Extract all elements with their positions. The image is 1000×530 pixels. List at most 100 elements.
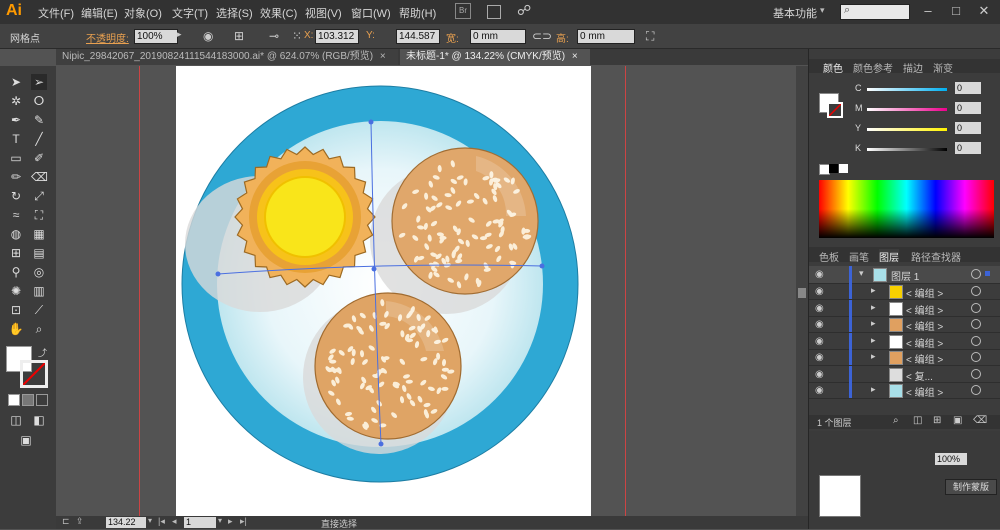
delete-layer-icon[interactable]: ⌫ [973,415,987,426]
anchor-icon[interactable]: ⊸ [269,29,279,43]
width-tool-icon[interactable]: ≈ [8,207,24,223]
expand-triangle-icon[interactable]: ▸ [871,351,876,362]
selection-tool-icon[interactable]: ➤ [8,74,24,90]
lasso-icon[interactable]: ⵔ [31,93,47,109]
bridge-icon[interactable]: Br [455,3,471,19]
width-input[interactable]: 0 mm [470,29,526,44]
menu-view[interactable]: 视图(V) [305,5,342,21]
target-icon[interactable] [971,352,981,362]
channel-y-input[interactable]: 0 [955,122,981,134]
page-input[interactable]: 1 [184,517,216,528]
tab-stroke[interactable]: 描边 [903,60,923,75]
rotate-icon[interactable]: ↻ [8,188,24,204]
screen-mode-icon[interactable]: ▣ [18,432,34,448]
direct-selection-tool-icon[interactable]: ➢ [31,74,47,90]
eye-icon[interactable]: ◉ [815,319,827,330]
pencil-icon[interactable]: ✏ [8,169,24,185]
scale-icon[interactable]: ⤢ [31,188,47,204]
tab-brushes[interactable]: 画笔 [849,249,869,264]
stroke-swatch[interactable] [20,360,48,388]
target-icon[interactable] [971,385,981,395]
line-tool-icon[interactable]: ╱ [31,131,47,147]
tab-color[interactable]: 颜色 [823,60,843,75]
eye-icon[interactable]: ◉ [815,369,827,380]
channel-k-slider[interactable] [867,148,947,151]
target-icon[interactable] [971,302,981,313]
sublayer-name[interactable]: < 编组 > [906,285,943,300]
layer-row[interactable]: ◉ ▸ < 编组 > [809,382,1000,399]
layer-row[interactable]: ◉ ▸ < 编组 > [809,299,1000,317]
eyedropper-icon[interactable]: ⚲ [8,264,24,280]
curvature-tool-icon[interactable]: ✎ [31,112,47,128]
eye-icon[interactable]: ◉ [815,352,827,363]
draw-mode-icon[interactable]: ◫ [8,412,24,428]
link-icon[interactable]: ⊂⊃ [532,29,552,43]
tab-color-guide[interactable]: 颜色参考 [853,60,893,75]
close-icon[interactable]: × [572,51,578,62]
artwork[interactable] [176,66,591,516]
expand-triangle-icon[interactable]: ▸ [871,335,876,346]
sublayer-name[interactable]: < 复... [906,368,933,383]
sublayer-name[interactable]: < 编组 > [906,302,943,317]
transparency-opacity-input[interactable]: 100% [935,453,967,465]
channel-k-input[interactable]: 0 [955,142,981,154]
first-page-icon[interactable]: |◂ [158,516,165,527]
color-spectrum[interactable] [819,180,994,238]
eye-icon[interactable]: ◉ [815,286,827,297]
gradient-tool-icon[interactable]: ▤ [31,245,47,261]
close-icon[interactable]: × [380,51,386,62]
maximize-button[interactable]: □ [943,3,969,21]
layer-row[interactable]: ◉ < 复... [809,365,1000,383]
sublayer-name[interactable]: < 编组 > [906,318,943,333]
pen-tool-icon[interactable]: ✒ [8,112,24,128]
locate-object-icon[interactable]: ⌕ [893,415,899,426]
tab-gradient[interactable]: 渐变 [933,60,953,75]
menu-select[interactable]: 选择(S) [216,5,253,21]
sublayer-name[interactable]: < 编组 > [906,351,943,366]
opacity-input[interactable]: 100% [134,29,178,44]
eraser-icon[interactable]: ⌫ [31,169,48,185]
white-swatch[interactable] [839,164,848,173]
artboard-tool-icon[interactable]: ⊡ [8,302,24,318]
menu-edit[interactable]: 编辑(E) [81,5,118,21]
channel-c-slider[interactable] [867,88,947,91]
y-input[interactable]: 144.587 [396,29,440,44]
clipping-mask-icon[interactable]: ◫ [913,415,922,426]
prev-page-icon[interactable]: ◂ [172,516,177,527]
export-icon[interactable]: ⇪ [76,516,84,527]
stroke-swatch[interactable] [827,102,843,118]
chevron-down-icon[interactable]: ▾ [218,516,222,525]
eye-icon[interactable]: ◉ [815,269,827,280]
canvas-area[interactable] [56,66,796,516]
expand-triangle-icon[interactable]: ▸ [871,318,876,329]
column-graph-icon[interactable]: ▥ [31,283,47,299]
draw-inside-icon[interactable]: ◧ [31,412,47,428]
color-mode-icon[interactable] [8,394,20,406]
new-layer-icon[interactable]: ▣ [953,415,962,426]
eye-icon[interactable]: ◉ [815,303,827,314]
layer-row[interactable]: ◉ ▸ < 编组 > [809,283,1000,300]
layer-row-main[interactable]: ◉ ▾ 图层 1 [809,266,1000,284]
gradient-mode-icon[interactable] [22,394,34,406]
tab-document-1[interactable]: Nipic_29842067_20190824111544183000.ai* … [56,49,398,65]
expand-triangle-icon[interactable]: ▸ [871,302,876,313]
black-swatch[interactable] [829,164,838,173]
height-input[interactable]: 0 mm [577,29,635,44]
menu-object[interactable]: 对象(O) [124,5,162,21]
chevron-down-icon[interactable]: ▾ [148,516,152,525]
sublayer-name[interactable]: < 编组 > [906,384,943,399]
next-page-icon[interactable]: ▸ [228,516,233,527]
reference-point-icon[interactable]: ⁙ [292,29,302,43]
magic-wand-icon[interactable]: ✲ [8,93,24,109]
layer-row[interactable]: ◉ ▸ < 编组 > [809,349,1000,366]
eye-icon[interactable]: ◉ [815,336,827,347]
expand-triangle-icon[interactable]: ▸ [871,285,876,296]
chevron-right-icon[interactable]: ▸ [177,29,182,40]
shape-builder-icon[interactable]: ◍ [8,226,24,242]
minimize-button[interactable]: – [915,3,941,21]
tab-document-2[interactable]: 未标题-1* @ 134.22% (CMYK/预览) × [400,49,590,65]
target-icon[interactable] [971,286,981,296]
make-mask-button[interactable]: 制作蒙版 [945,479,997,495]
menu-effect[interactable]: 效果(C) [260,5,297,21]
tab-pathfinder[interactable]: 路径查找器 [911,249,961,264]
